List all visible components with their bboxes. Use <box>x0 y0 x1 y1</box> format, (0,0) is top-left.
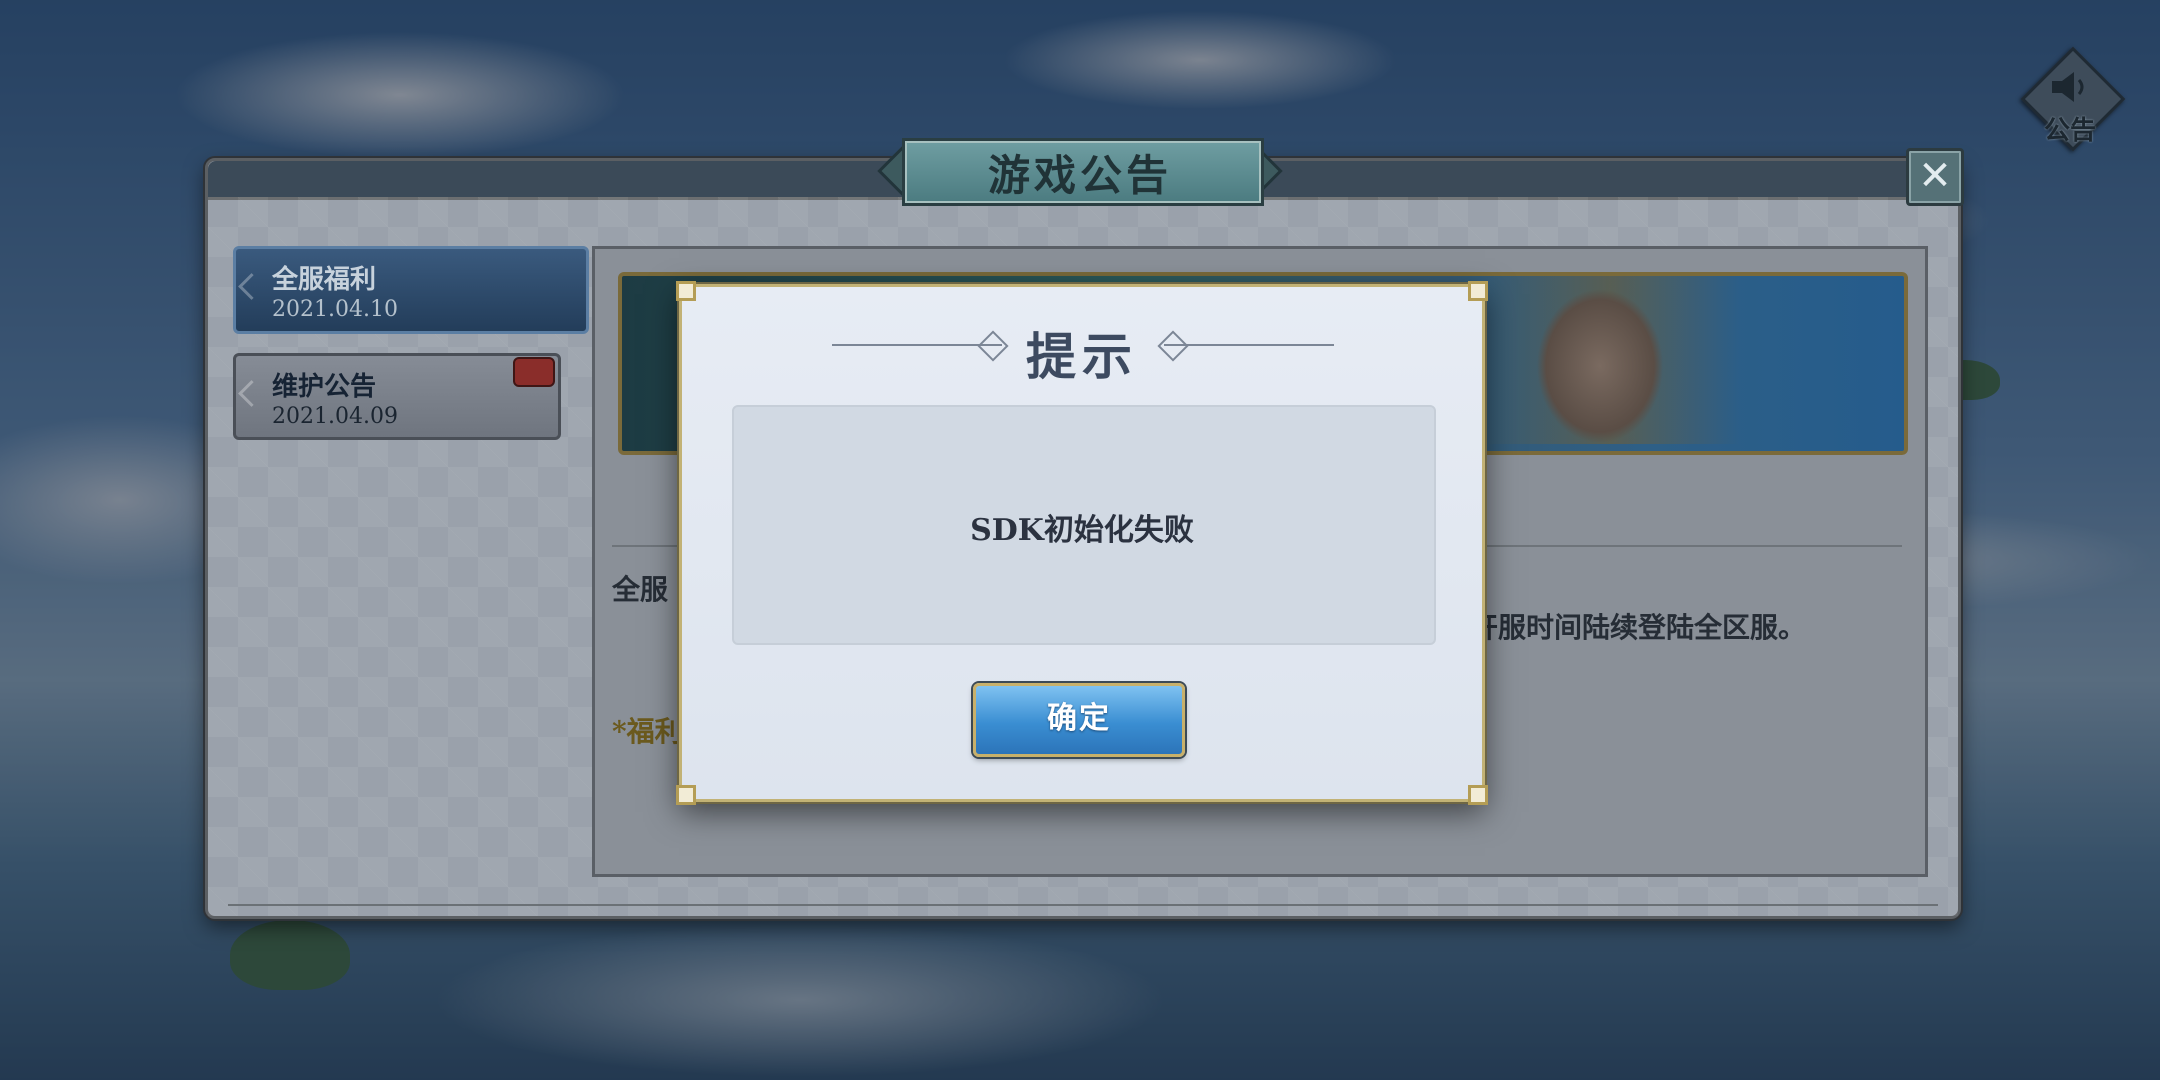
tab-title: 维护公告 <box>272 372 377 402</box>
dialog-message: SDK初始化失败 <box>970 513 1194 548</box>
sound-toggle-button[interactable]: 公告 <box>2020 46 2126 152</box>
close-button[interactable]: ✕ <box>1906 148 1964 206</box>
dialog-corner <box>1468 281 1488 301</box>
announcement-footer-note: *福利 <box>612 715 683 748</box>
announcement-text-line2: 开服时间陆续登陆全区服。 <box>1470 611 1807 644</box>
new-badge <box>513 357 555 387</box>
title-plate: 游戏公告 <box>877 132 1283 208</box>
confirm-button-label: 确定 <box>1047 701 1111 736</box>
dialog-title: 提示 <box>1026 327 1138 386</box>
chevron-icon <box>238 380 265 407</box>
sound-button-label: 公告 <box>2043 116 2096 146</box>
dialog-corner <box>676 785 696 805</box>
panel-divider <box>228 904 1938 906</box>
chevron-icon <box>238 273 265 300</box>
window-title: 游戏公告 <box>987 151 1172 200</box>
tab-maintenance-notice[interactable]: 维护公告 2021.04.09 <box>233 353 561 440</box>
speaker-icon <box>2052 72 2084 102</box>
confirm-button[interactable]: 确定 <box>973 683 1185 757</box>
banner-character-art <box>1480 276 1740 444</box>
tab-date: 2021.04.09 <box>272 404 398 429</box>
dialog-corner <box>676 281 696 301</box>
tab-date: 2021.04.10 <box>272 297 398 322</box>
dialog-corner <box>1468 785 1488 805</box>
tab-server-welfare[interactable]: 全服福利 2021.04.10 <box>233 246 589 334</box>
tab-title: 全服福利 <box>272 265 377 295</box>
close-icon: ✕ <box>1918 153 1952 199</box>
announcement-text-line1: 全服 <box>612 573 669 606</box>
